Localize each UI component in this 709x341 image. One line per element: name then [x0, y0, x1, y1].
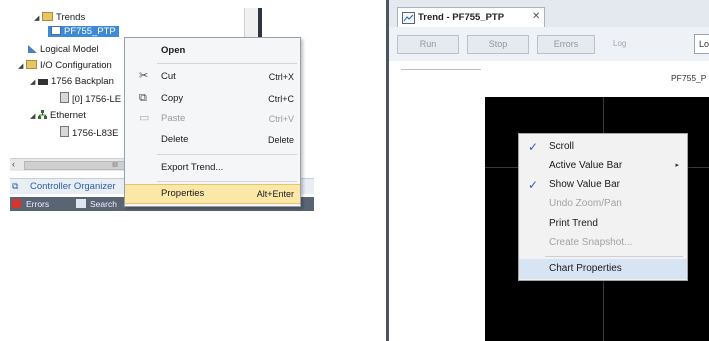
menu-item-active-value-bar[interactable]: Active Value Bar ▸ [519, 156, 687, 176]
expanded-triangle-icon[interactable]: ◢ [18, 60, 26, 73]
checkmark-icon: ✓ [528, 178, 539, 192]
backplane-rack-icon [38, 79, 48, 85]
paste-icon: ▭ [139, 112, 150, 124]
menu-item-create-snapshot[interactable]: Create Snapshot... [519, 233, 687, 253]
chart-context-menu: ✓ Scroll Active Value Bar ▸ ✓ Show Value… [518, 133, 688, 281]
menu-item-properties[interactable]: Properties Alt+Enter [125, 184, 300, 204]
folder-icon [26, 60, 37, 69]
document-tab-strip: Trend - PF755_PTP ✕ [386, 0, 709, 28]
expanded-triangle-icon[interactable]: ◢ [30, 76, 38, 89]
trend-chart-icon [51, 26, 61, 35]
errors-icon [12, 199, 21, 208]
module-icon [60, 92, 69, 103]
tree-item-logical-model[interactable]: Logical Model [28, 43, 99, 56]
expanded-triangle-icon[interactable]: ◢ [30, 110, 38, 123]
log-dropdown[interactable]: Log [613, 39, 626, 48]
tree-item-backplane-module[interactable]: [0] 1756-LE [60, 92, 121, 105]
tab-errors[interactable]: Errors [26, 199, 49, 209]
trend-toolbar: Run Stop Errors Log Log [386, 27, 709, 62]
menu-item-scroll[interactable]: ✓ Scroll [519, 137, 687, 157]
menu-item-cut[interactable]: ✂ Cut Ctrl+X [125, 68, 300, 86]
trend-chart-icon [402, 12, 415, 24]
menu-item-export-trend[interactable]: Export Trend... [125, 159, 300, 177]
chart-divider [401, 69, 481, 70]
tree-item-ethernet-module[interactable]: 1756-L83E [60, 126, 118, 139]
tree-item-trend-pf755[interactable]: PF755_PTP [48, 25, 119, 38]
menu-separator [157, 63, 297, 64]
stop-button[interactable]: Stop [467, 35, 529, 54]
checkmark-icon: ✓ [528, 140, 539, 154]
menu-item-open[interactable]: Open [125, 42, 300, 60]
menu-item-undo-zoom-pan[interactable]: Undo Zoom/Pan [519, 194, 687, 214]
errors-button[interactable]: Errors [537, 35, 595, 54]
menu-item-chart-properties[interactable]: Chart Properties [519, 259, 687, 279]
menu-separator [157, 181, 297, 182]
menu-separator [545, 256, 683, 257]
module-icon [60, 126, 69, 137]
folder-icon [42, 12, 53, 21]
copy-icon: ⧉ [139, 92, 147, 104]
organizer-icon: ⧉ [12, 181, 19, 191]
scissors-icon: ✂ [139, 70, 149, 82]
logical-model-icon [28, 44, 37, 53]
menu-item-paste[interactable]: ▭ Paste Ctrl+V [125, 110, 300, 128]
search-results-icon [76, 199, 86, 208]
ethernet-network-icon [38, 110, 47, 119]
tree-item-trends[interactable]: ◢ Trends [34, 11, 85, 24]
menu-item-print-trend[interactable]: Print Trend [519, 214, 687, 234]
scroll-left-arrow-icon[interactable]: ‹ [12, 159, 15, 169]
run-button[interactable]: Run [397, 35, 459, 54]
menu-item-copy[interactable]: ⧉ Copy Ctrl+C [125, 90, 300, 108]
tree-item-io-configuration[interactable]: ◢ I/O Configuration [18, 59, 112, 72]
menu-item-delete[interactable]: Delete Delete [125, 131, 300, 149]
chart-title: PF755_P [671, 73, 707, 83]
tab-trend-pf755[interactable]: Trend - PF755_PTP ✕ [397, 7, 545, 28]
tab-search[interactable]: Search [90, 199, 117, 209]
expanded-triangle-icon[interactable]: ◢ [34, 12, 42, 25]
menu-item-show-value-bar[interactable]: ✓ Show Value Bar [519, 175, 687, 195]
log-button[interactable]: Log [694, 34, 709, 54]
submenu-arrow-icon: ▸ [675, 162, 679, 169]
tree-context-menu: Open ✂ Cut Ctrl+X ⧉ Copy Ctrl+C ▭ Paste … [124, 37, 301, 207]
tree-item-backplane[interactable]: ◢ 1756 Backplan [30, 75, 114, 88]
menu-separator [157, 154, 297, 155]
tree-item-ethernet[interactable]: ◢ Ethernet [30, 109, 86, 122]
close-tab-icon[interactable]: ✕ [532, 11, 540, 22]
